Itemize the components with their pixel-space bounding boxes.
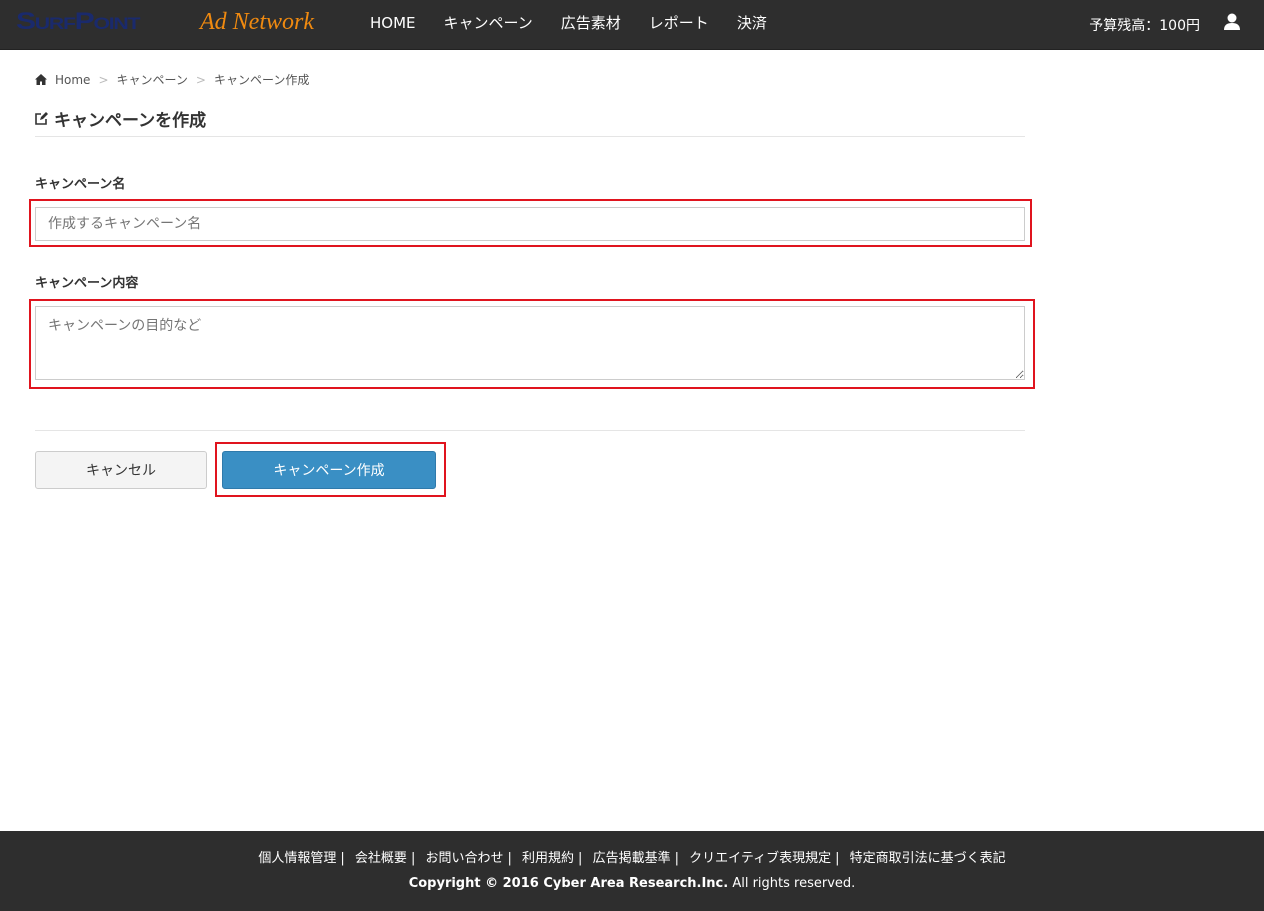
breadcrumb-separator: >: [195, 72, 206, 87]
logo[interactable]: SurfPoint Ad Network: [16, 8, 314, 40]
budget-balance: 予算残高：100円: [1089, 18, 1200, 34]
menu-campaign[interactable]: キャンペーン: [430, 0, 547, 46]
menu-payment[interactable]: 決済: [723, 0, 781, 46]
footer-link-terms[interactable]: 利用規約: [522, 851, 574, 866]
menu-home[interactable]: HOME: [356, 0, 430, 46]
footer-link-privacy[interactable]: 個人情報管理: [258, 851, 336, 866]
breadcrumb-current: キャンペーン作成: [213, 73, 310, 87]
footer-links: 個人情報管理 | 会社概要 | お問い合わせ | 利用規約 | 広告掲載基準 | クリエイ…: [258, 851, 1006, 866]
main-menu: HOME キャンペーン 広告素材 レポート 決済: [356, 0, 781, 46]
logo-main: SurfPoint: [16, 8, 140, 35]
divider: [35, 430, 1025, 431]
copyright-bold: Copyright © 2016 Cyber Area Research.Inc…: [408, 876, 729, 891]
top-navbar: SurfPoint Ad Network HOME キャンペーン 広告素材 レポー…: [0, 0, 1264, 50]
copyright: Copyright © 2016 Cyber Area Research.Inc…: [0, 876, 1264, 891]
user-icon[interactable]: [1224, 13, 1240, 31]
breadcrumb-home[interactable]: Home: [55, 73, 90, 87]
campaign-name-label: キャンペーン名: [35, 177, 126, 192]
footer-link-commercial-law[interactable]: 特定商取引法に基づく表記: [850, 851, 1006, 866]
campaign-name-input[interactable]: [35, 207, 1025, 241]
breadcrumb-campaign[interactable]: キャンペーン: [117, 71, 188, 88]
menu-report[interactable]: レポート: [635, 0, 723, 46]
page-title: キャンペーンを作成: [35, 106, 206, 131]
footer-link-company[interactable]: 会社概要: [355, 851, 407, 866]
page-title-text: キャンペーンを作成: [54, 111, 207, 131]
copyright-rest: All rights reserved.: [728, 876, 856, 891]
cancel-button[interactable]: キャンセル: [35, 451, 207, 489]
breadcrumb: Home > キャンペーン > キャンペーン作成: [35, 71, 309, 88]
footer: 個人情報管理 | 会社概要 | お問い合わせ | 利用規約 | 広告掲載基準 | クリエイ…: [0, 831, 1264, 911]
menu-creative[interactable]: 広告素材: [547, 0, 635, 46]
footer-link-ad-standards[interactable]: 広告掲載基準: [593, 851, 671, 866]
home-icon: [35, 74, 47, 85]
create-campaign-button[interactable]: キャンペーン作成: [222, 451, 436, 489]
divider: [35, 136, 1025, 137]
breadcrumb-separator: >: [98, 72, 109, 87]
campaign-description-textarea[interactable]: [35, 306, 1025, 380]
campaign-description-label: キャンペーン内容: [35, 276, 139, 291]
edit-icon: [35, 112, 48, 125]
footer-link-creative-rules[interactable]: クリエイティブ表現規定: [689, 851, 831, 866]
footer-link-contact[interactable]: お問い合わせ: [425, 851, 503, 866]
